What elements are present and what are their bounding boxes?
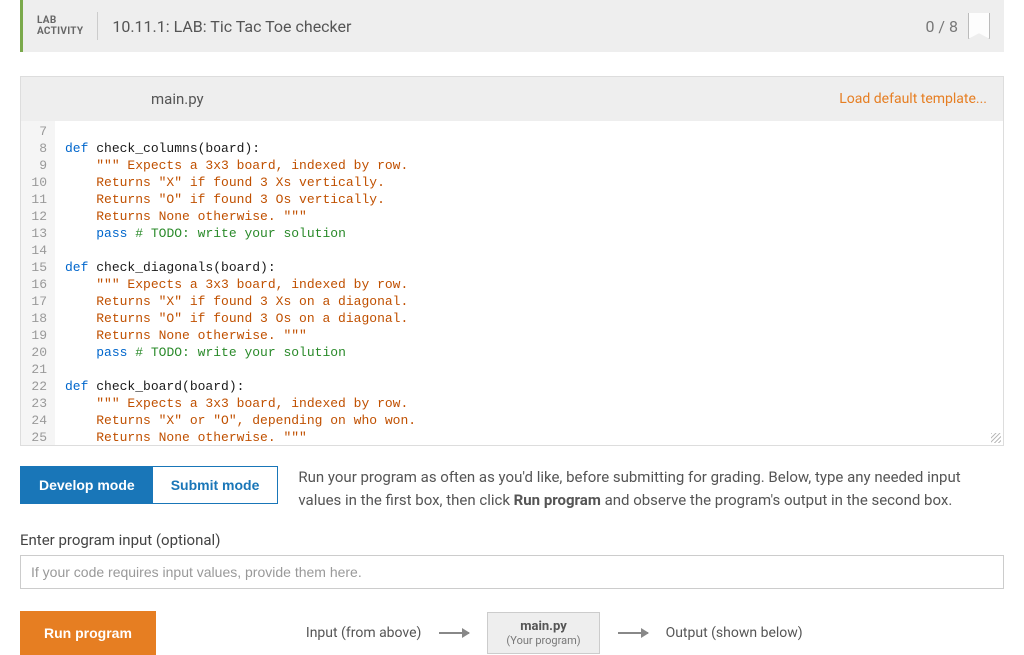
bookmark-icon[interactable] — [968, 13, 990, 39]
output-flow-label: Output (shown below) — [666, 625, 803, 641]
filename-label: main.py — [151, 90, 204, 108]
arrow-icon — [618, 632, 648, 634]
program-box-name: main.py — [506, 619, 580, 634]
mode-desc-bold: Run program — [514, 491, 601, 509]
divider — [97, 12, 98, 40]
lab-activity-tag: LAB ACTIVITY — [37, 15, 83, 37]
mode-desc-post: and observe the program's output in the … — [601, 491, 952, 509]
arrow-icon — [439, 632, 469, 634]
submit-mode-button[interactable]: Submit mode — [153, 467, 278, 503]
run-row: Run program Input (from above) main.py (… — [20, 611, 1004, 655]
program-input-field[interactable] — [20, 555, 1004, 589]
develop-mode-button[interactable]: Develop mode — [21, 467, 153, 503]
resize-handle-icon[interactable] — [991, 433, 1001, 443]
lab-tag-top: LAB — [37, 15, 83, 26]
mode-toggle: Develop mode Submit mode — [20, 466, 278, 504]
load-template-link[interactable]: Load default template... — [839, 91, 987, 107]
line-number-gutter: 78910111213141516171819202122232425 — [21, 121, 55, 445]
mode-row: Develop mode Submit mode Run your progra… — [20, 466, 1004, 511]
program-input-section: Enter program input (optional) — [20, 531, 1004, 589]
code-content[interactable]: def check_columns(board): """ Expects a … — [55, 121, 1003, 445]
program-input-label: Enter program input (optional) — [20, 531, 1004, 549]
run-program-button[interactable]: Run program — [20, 611, 156, 655]
program-box-sub: (Your program) — [506, 634, 580, 647]
code-editor: main.py Load default template... 7891011… — [20, 76, 1004, 446]
score-display: 0 / 8 — [925, 17, 958, 36]
lab-activity-page: LAB ACTIVITY 10.11.1: LAB: Tic Tac Toe c… — [0, 0, 1024, 647]
code-area[interactable]: 78910111213141516171819202122232425 def … — [21, 121, 1003, 445]
program-box: main.py (Your program) — [487, 612, 599, 654]
io-flow: Input (from above) main.py (Your program… — [306, 612, 803, 654]
mode-description: Run your program as often as you'd like,… — [298, 466, 1004, 511]
lab-tag-bottom: ACTIVITY — [37, 26, 83, 37]
editor-header: main.py Load default template... — [21, 77, 1003, 121]
input-flow-label: Input (from above) — [306, 625, 422, 641]
lab-header: LAB ACTIVITY 10.11.1: LAB: Tic Tac Toe c… — [20, 0, 1004, 52]
lab-title: 10.11.1: LAB: Tic Tac Toe checker — [112, 17, 925, 36]
